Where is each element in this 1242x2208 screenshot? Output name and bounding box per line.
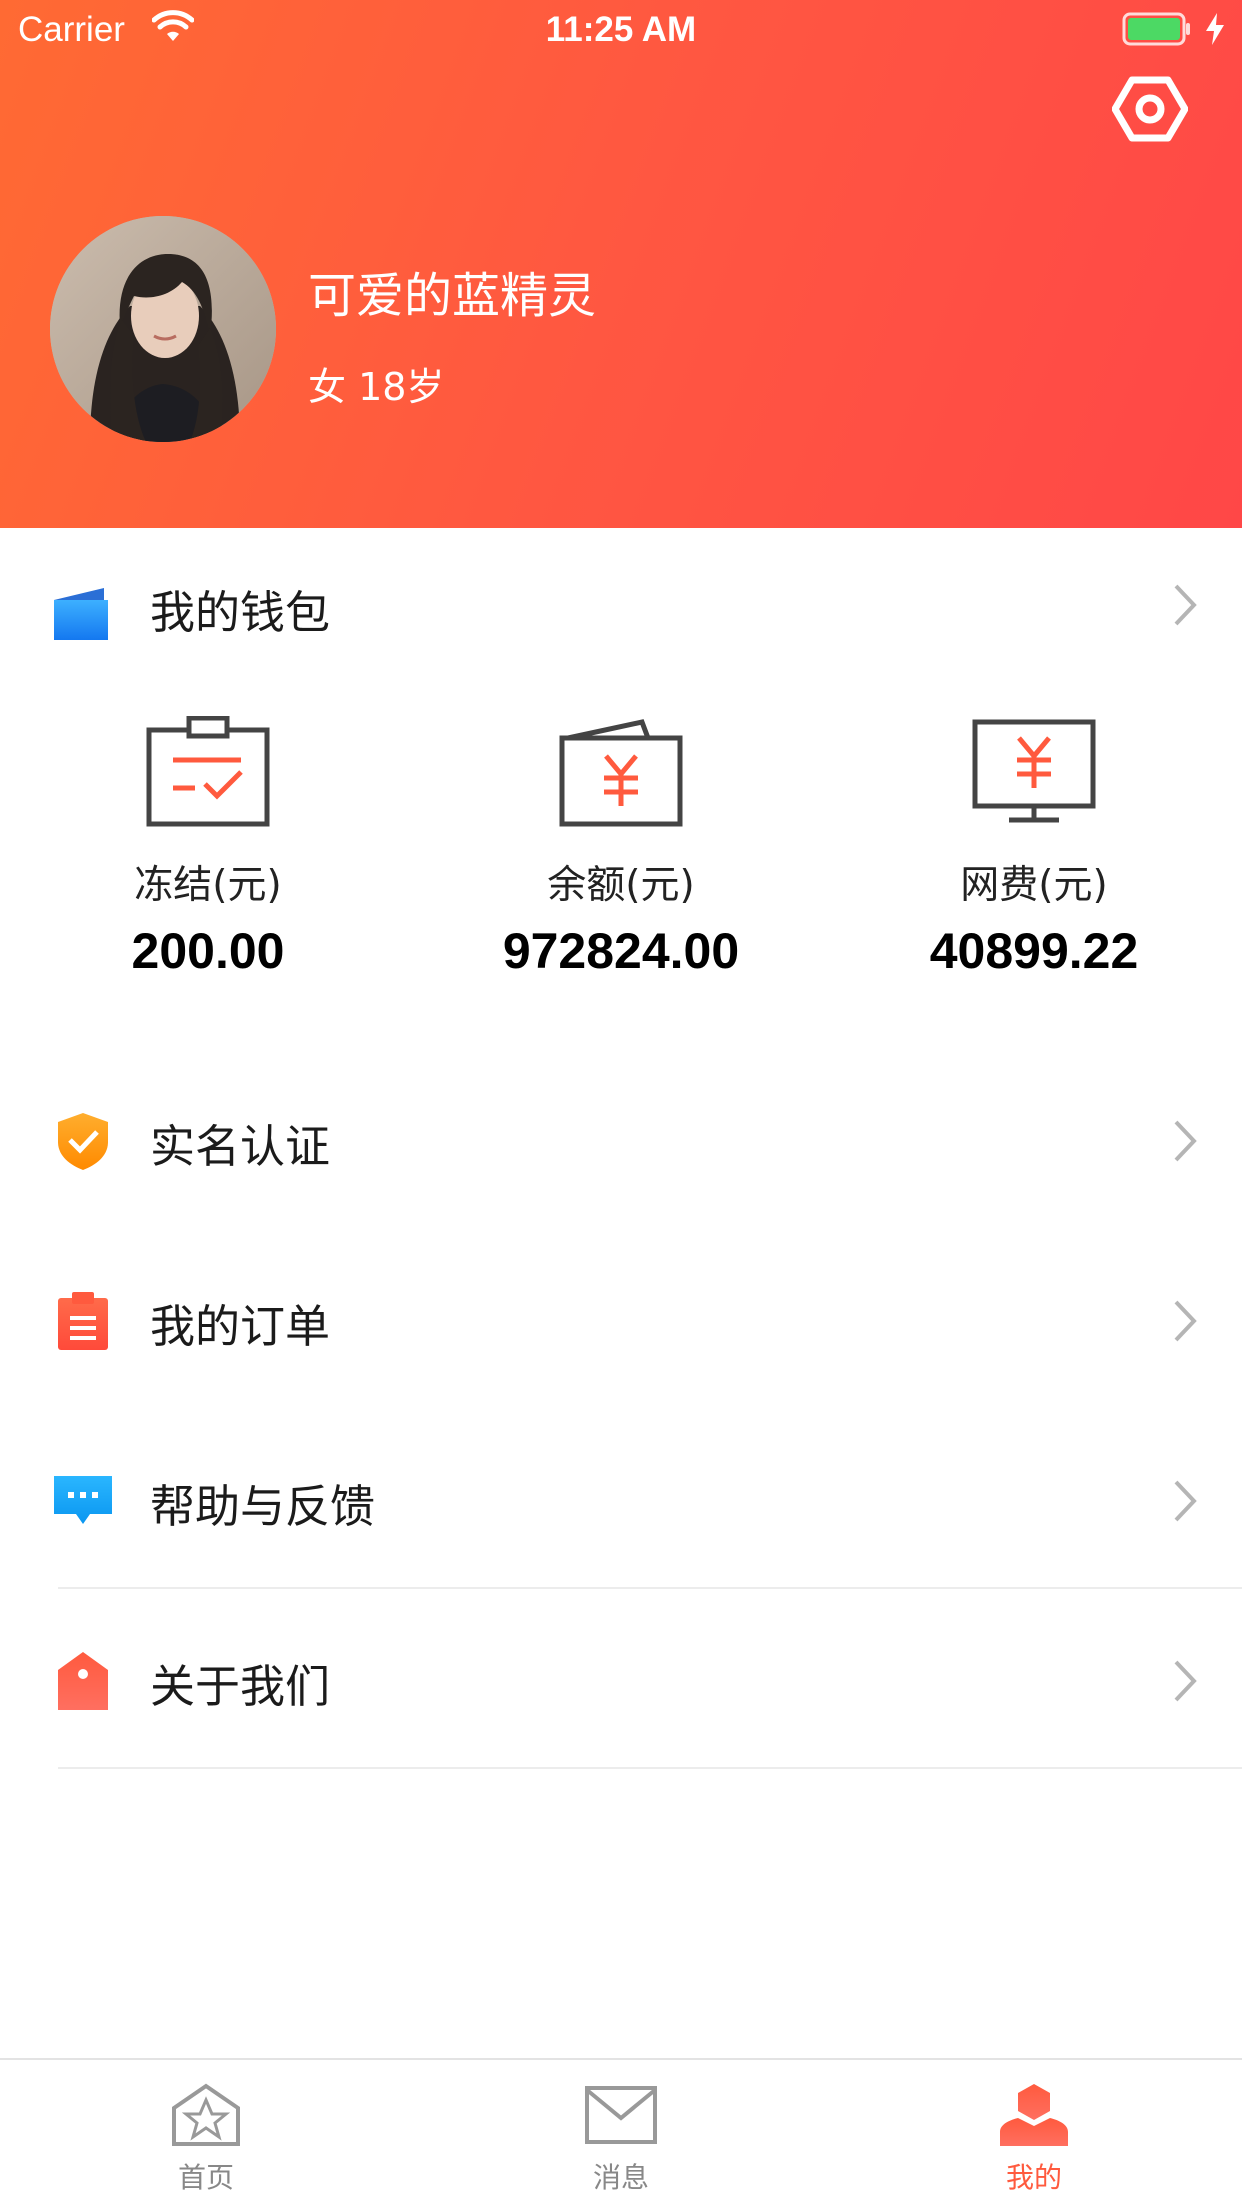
frozen-value: 200.00: [131, 923, 285, 979]
menu-label: 实名认证: [150, 1120, 331, 1173]
wallet-frozen[interactable]: 冻结(元) 200.00: [58, 716, 358, 1016]
chevron-right-icon: [1172, 1298, 1200, 1344]
shield-check-icon: [52, 1110, 114, 1172]
tab-mine[interactable]: 我的: [884, 2060, 1184, 2208]
wallet-balance[interactable]: 余额(元) 972824.00: [471, 716, 771, 1016]
tab-messages[interactable]: 消息: [471, 2060, 771, 2208]
divider: [58, 1767, 1242, 1769]
settings-icon: [1111, 76, 1189, 142]
clipboard-list-icon: [52, 1290, 114, 1352]
tab-home[interactable]: 首页: [56, 2060, 356, 2208]
tab-label: 首页: [177, 2161, 234, 2194]
home-icon: [172, 2083, 240, 2146]
user-icon: [1000, 2084, 1068, 2146]
menu-label: 帮助与反馈: [150, 1480, 376, 1533]
frozen-label: 冻结(元): [134, 863, 282, 908]
mail-icon: [585, 2086, 657, 2144]
divider: [58, 1587, 1242, 1589]
wallet-title: 我的钱包: [150, 586, 331, 639]
profile-header: Carrier 11:25 AM 可爱的蓝精灵 女 18岁: [0, 0, 1242, 528]
tab-bar: 首页 消息 我的: [0, 2058, 1242, 2208]
wallet-netfee[interactable]: 网费(元) 40899.22: [884, 716, 1184, 1016]
chat-bubble-icon: [52, 1470, 114, 1532]
profile-info: 女 18岁: [308, 365, 445, 409]
clock: 11:25 AM: [545, 10, 697, 49]
charging-icon: [1204, 12, 1226, 55]
menu-label: 关于我们: [150, 1660, 331, 1713]
netfee-value: 40899.22: [929, 923, 1139, 979]
balance-wallet-icon: [559, 719, 683, 827]
settings-button[interactable]: [1111, 76, 1189, 142]
tab-label: 消息: [592, 2161, 649, 2194]
status-bar: Carrier 11:25 AM: [0, 0, 1242, 60]
balance-value: 972824.00: [502, 923, 740, 979]
avatar[interactable]: [50, 216, 276, 442]
wallet-row[interactable]: 我的钱包: [0, 546, 1242, 666]
profile-name: 可爱的蓝精灵: [308, 268, 597, 324]
netfee-label: 网费(元): [960, 863, 1108, 908]
netfee-monitor-icon: [972, 719, 1096, 823]
menu-item-help[interactable]: 帮助与反馈: [0, 1440, 1242, 1560]
menu-item-about[interactable]: 关于我们: [0, 1620, 1242, 1740]
chevron-right-icon: [1172, 1658, 1200, 1704]
menu-label: 我的订单: [150, 1300, 331, 1353]
tab-label: 我的: [1005, 2161, 1062, 2194]
battery-icon: [1122, 12, 1192, 46]
menu-item-orders[interactable]: 我的订单: [0, 1260, 1242, 1380]
chevron-right-icon: [1172, 1478, 1200, 1524]
balance-label: 余额(元): [547, 863, 695, 908]
chevron-right-icon: [1172, 582, 1200, 628]
wallet-icon: [52, 582, 114, 644]
menu-item-verification[interactable]: 实名认证: [0, 1080, 1242, 1200]
tag-icon: [52, 1650, 114, 1712]
chevron-right-icon: [1172, 1118, 1200, 1164]
frozen-clipboard-icon: [146, 716, 270, 827]
